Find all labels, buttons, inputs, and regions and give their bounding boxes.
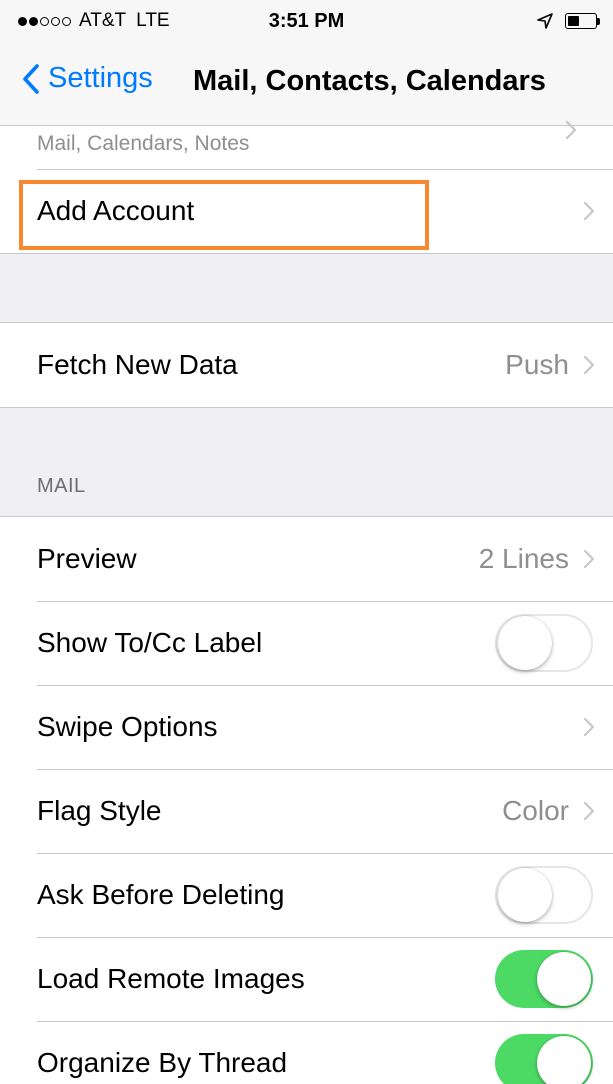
flag-style-label: Flag Style bbox=[37, 795, 162, 826]
battery-fill bbox=[568, 16, 579, 26]
show-to-cc-row: Show To/Cc Label bbox=[0, 601, 613, 685]
load-remote-images-row: Load Remote Images bbox=[0, 937, 613, 1021]
mail-group: Preview 2 Lines Show To/Cc Label Swipe O… bbox=[0, 516, 613, 1084]
flag-style-row[interactable]: Flag Style Color bbox=[0, 769, 613, 853]
chevron-left-icon bbox=[23, 63, 39, 94]
screen: AT&T LTE 3:51 PM Settings Mail, Contacts… bbox=[0, 0, 613, 1084]
mail-section-header: MAIL bbox=[37, 475, 86, 497]
chevron-right-icon bbox=[583, 201, 595, 221]
mail-section-spacer: MAIL bbox=[0, 408, 613, 516]
chevron-right-icon bbox=[583, 717, 595, 737]
back-button[interactable]: Settings bbox=[22, 62, 153, 95]
fetch-new-data-value: Push bbox=[505, 349, 569, 380]
add-account-row[interactable]: Add Account bbox=[0, 169, 613, 253]
location-arrow-icon bbox=[537, 13, 553, 29]
show-to-cc-label: Show To/Cc Label bbox=[37, 627, 263, 658]
status-time: 3:51 PM bbox=[268, 10, 345, 32]
status-bar: AT&T LTE 3:51 PM bbox=[0, 0, 613, 44]
swipe-options-row[interactable]: Swipe Options bbox=[0, 685, 613, 769]
fetch-new-data-label: Fetch New Data bbox=[37, 349, 238, 380]
fetch-new-data-row[interactable]: Fetch New Data Push bbox=[0, 323, 613, 407]
navigation-bar: Settings Mail, Contacts, Calendars bbox=[0, 44, 613, 126]
chevron-right-icon bbox=[583, 549, 595, 569]
organize-by-thread-label: Organize By Thread bbox=[37, 1047, 288, 1078]
chevron-right-icon bbox=[565, 120, 577, 140]
ask-before-deleting-label: Ask Before Deleting bbox=[37, 879, 285, 910]
battery-tip bbox=[597, 17, 600, 25]
toggle-knob bbox=[498, 616, 552, 670]
load-remote-images-label: Load Remote Images bbox=[37, 963, 305, 994]
chevron-right-icon bbox=[583, 801, 595, 821]
preview-row[interactable]: Preview 2 Lines bbox=[0, 517, 613, 601]
toggle-knob bbox=[537, 1036, 591, 1084]
swipe-options-label: Swipe Options bbox=[37, 711, 218, 742]
status-right bbox=[537, 12, 603, 30]
fetch-group: Fetch New Data Push bbox=[0, 322, 613, 408]
preview-value: 2 Lines bbox=[478, 543, 569, 574]
accounts-group: Mail, Calendars, Notes Add Account bbox=[0, 120, 613, 254]
account-subtitle: Mail, Calendars, Notes bbox=[37, 132, 250, 155]
ask-before-deleting-toggle[interactable] bbox=[495, 866, 593, 924]
show-to-cc-toggle[interactable] bbox=[495, 614, 593, 672]
toggle-knob bbox=[537, 952, 591, 1006]
organize-by-thread-toggle[interactable] bbox=[495, 1034, 593, 1084]
settings-list[interactable]: Mail, Calendars, Notes Add Account Fetch… bbox=[0, 120, 613, 1084]
page-title: Mail, Contacts, Calendars bbox=[193, 65, 546, 97]
flag-style-value: Color bbox=[502, 795, 569, 826]
organize-by-thread-row: Organize By Thread bbox=[0, 1021, 613, 1084]
back-button-label: Settings bbox=[48, 62, 153, 94]
toggle-knob bbox=[498, 868, 552, 922]
chevron-right-icon bbox=[583, 355, 595, 375]
load-remote-images-toggle[interactable] bbox=[495, 950, 593, 1008]
preview-label: Preview bbox=[37, 543, 137, 574]
add-account-label: Add Account bbox=[37, 195, 195, 226]
ask-before-deleting-row: Ask Before Deleting bbox=[0, 853, 613, 937]
battery-icon bbox=[565, 12, 603, 30]
battery-body bbox=[565, 13, 597, 29]
account-row-partial[interactable]: Mail, Calendars, Notes bbox=[0, 120, 613, 169]
